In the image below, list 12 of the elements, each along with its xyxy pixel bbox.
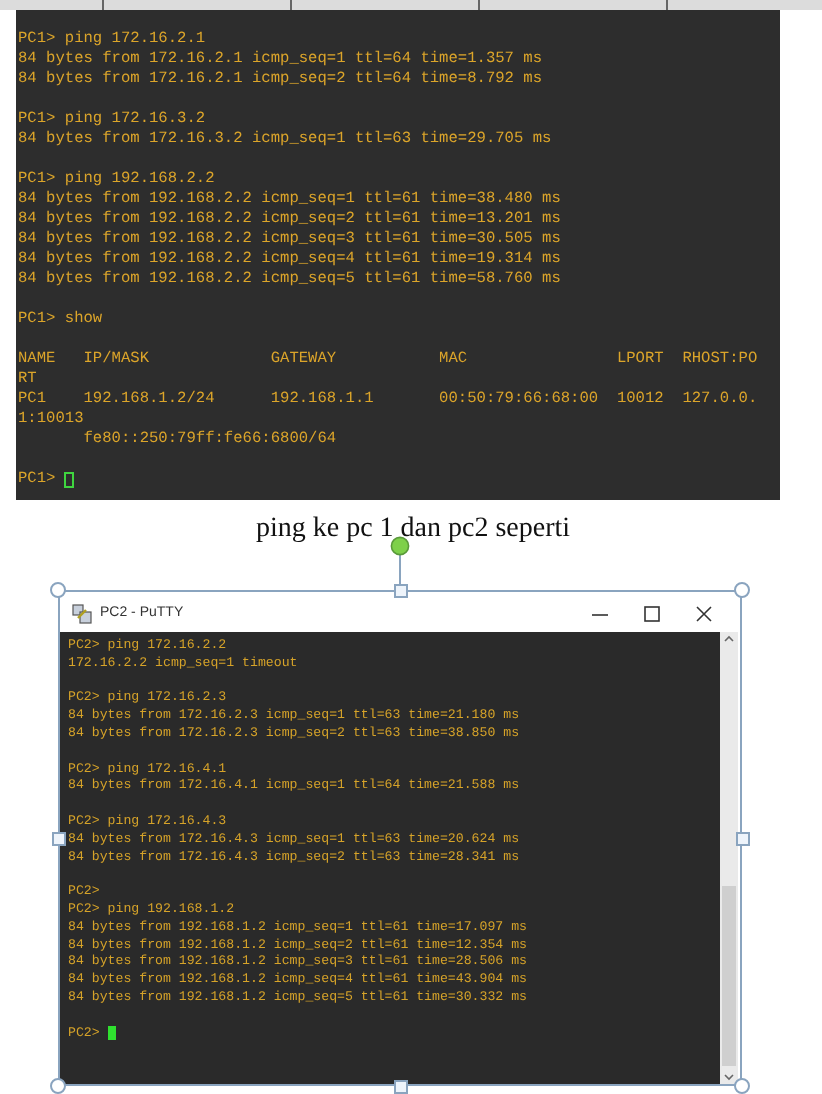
scroll-up-icon[interactable] <box>722 632 736 646</box>
resize-handle[interactable] <box>393 583 407 597</box>
putty-icon <box>72 603 92 623</box>
resize-handle[interactable] <box>51 831 65 845</box>
resize-handle[interactable] <box>734 582 750 598</box>
resize-handle[interactable] <box>50 582 66 598</box>
resize-handle[interactable] <box>734 1078 750 1094</box>
caption: ping ke pc 1 dan pc2 seperti <box>253 512 571 548</box>
rotate-handle[interactable] <box>390 536 410 585</box>
scrollbar[interactable] <box>720 632 738 1084</box>
scroll-down-icon[interactable] <box>722 1070 736 1084</box>
resize-handle[interactable] <box>50 1078 66 1094</box>
